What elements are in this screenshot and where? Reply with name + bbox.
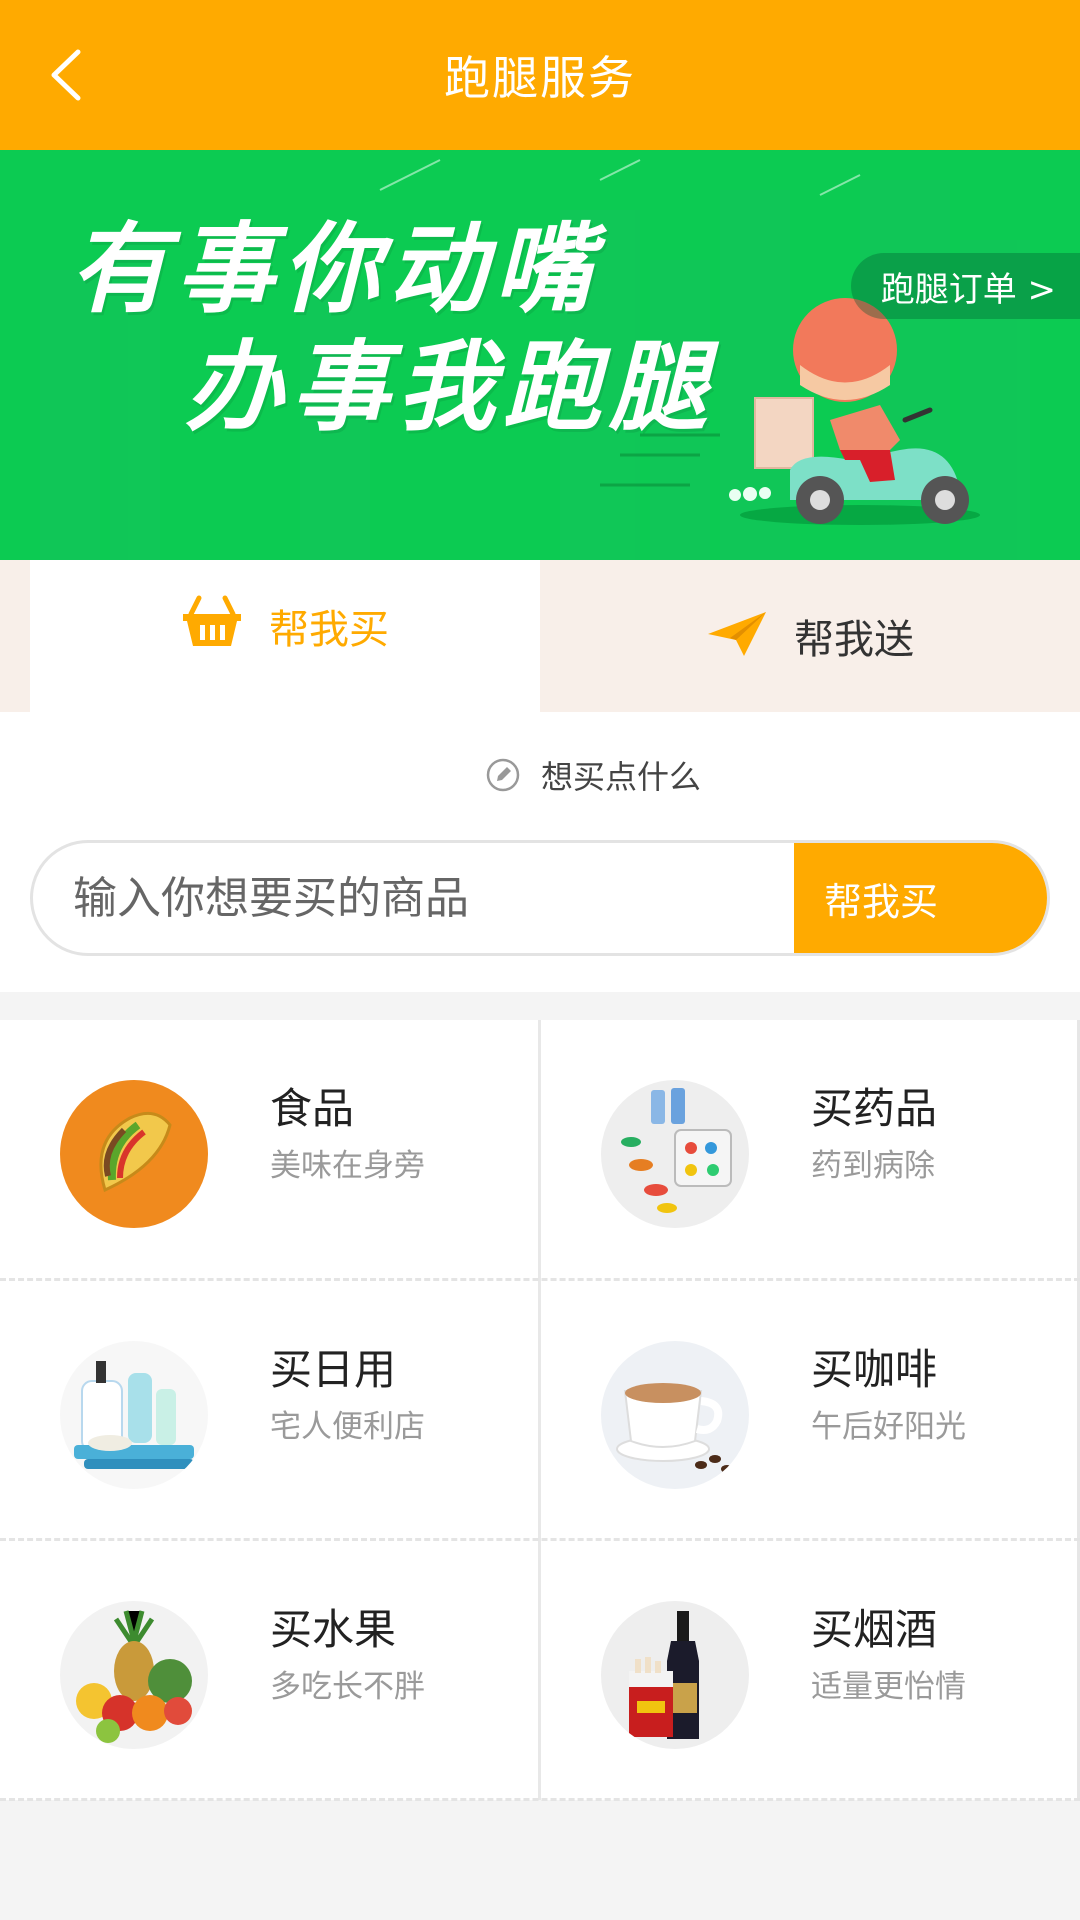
category-subtitle: 宅人便利店: [270, 1409, 425, 1445]
search-prompt-text: 想买点什么: [541, 758, 702, 796]
category-title: 买日用: [270, 1345, 397, 1394]
category-fruit[interactable]: 买水果 多吃长不胖: [0, 1541, 538, 1801]
toiletries-icon: [60, 1341, 208, 1489]
category-tobacco-liquor[interactable]: 买烟酒 适量更怡情: [541, 1541, 1079, 1801]
tab-help-me-buy[interactable]: 帮我买: [30, 560, 540, 712]
product-search-input[interactable]: [33, 843, 803, 953]
fruit-basket-icon: [60, 1601, 208, 1749]
help-me-buy-button[interactable]: 帮我买: [794, 843, 1047, 953]
service-tabs: 帮我买 帮我送: [0, 560, 1080, 712]
category-subtitle: 药到病除: [811, 1148, 935, 1184]
top-bar: 跑腿服务: [0, 0, 1080, 150]
category-coffee[interactable]: 买咖啡 午后好阳光: [541, 1281, 1079, 1541]
pencil-icon: [486, 758, 520, 792]
basket-icon: [181, 594, 243, 654]
tab-label: 帮我送: [794, 617, 914, 663]
errand-orders-link[interactable]: 跑腿订单 >: [850, 253, 1080, 319]
category-subtitle: 适量更怡情: [811, 1669, 966, 1705]
category-title: 食品: [270, 1084, 355, 1133]
category-subtitle: 美味在身旁: [270, 1148, 425, 1184]
search-prompt: 想买点什么: [485, 752, 701, 798]
coffee-cup-icon: [601, 1341, 749, 1489]
promo-banner[interactable]: 有事你动嘴 办事我跑腿 跑腿订单 >: [0, 150, 1080, 560]
taco-icon: [60, 1080, 208, 1228]
banner-slogan-line2: 办事我跑腿: [185, 331, 716, 445]
category-grid: 食品 美味在身旁 买药品 药到病除 买日用 宅人便利店 买咖啡 午后好阳光 买水…: [0, 1020, 1080, 1801]
page-title: 跑腿服务: [444, 51, 636, 105]
category-medicine[interactable]: 买药品 药到病除: [541, 1020, 1079, 1280]
tab-help-me-send[interactable]: 帮我送: [540, 560, 1080, 712]
search-bar: 帮我买: [30, 840, 1050, 956]
pills-icon: [601, 1080, 749, 1228]
paper-plane-icon: [706, 610, 768, 662]
category-title: 买药品: [811, 1084, 938, 1133]
search-section: 想买点什么 帮我买: [0, 712, 1080, 992]
tab-label: 帮我买: [269, 607, 389, 653]
category-daily-goods[interactable]: 买日用 宅人便利店: [0, 1281, 538, 1541]
category-title: 买烟酒: [811, 1605, 938, 1654]
category-title: 买水果: [270, 1605, 397, 1654]
category-food[interactable]: 食品 美味在身旁: [0, 1020, 538, 1280]
category-subtitle: 午后好阳光: [811, 1409, 966, 1445]
category-title: 买咖啡: [811, 1345, 938, 1394]
wine-cigarettes-icon: [601, 1601, 749, 1749]
back-button[interactable]: [40, 49, 90, 101]
chevron-left-icon: [51, 49, 81, 101]
category-subtitle: 多吃长不胖: [270, 1669, 425, 1705]
